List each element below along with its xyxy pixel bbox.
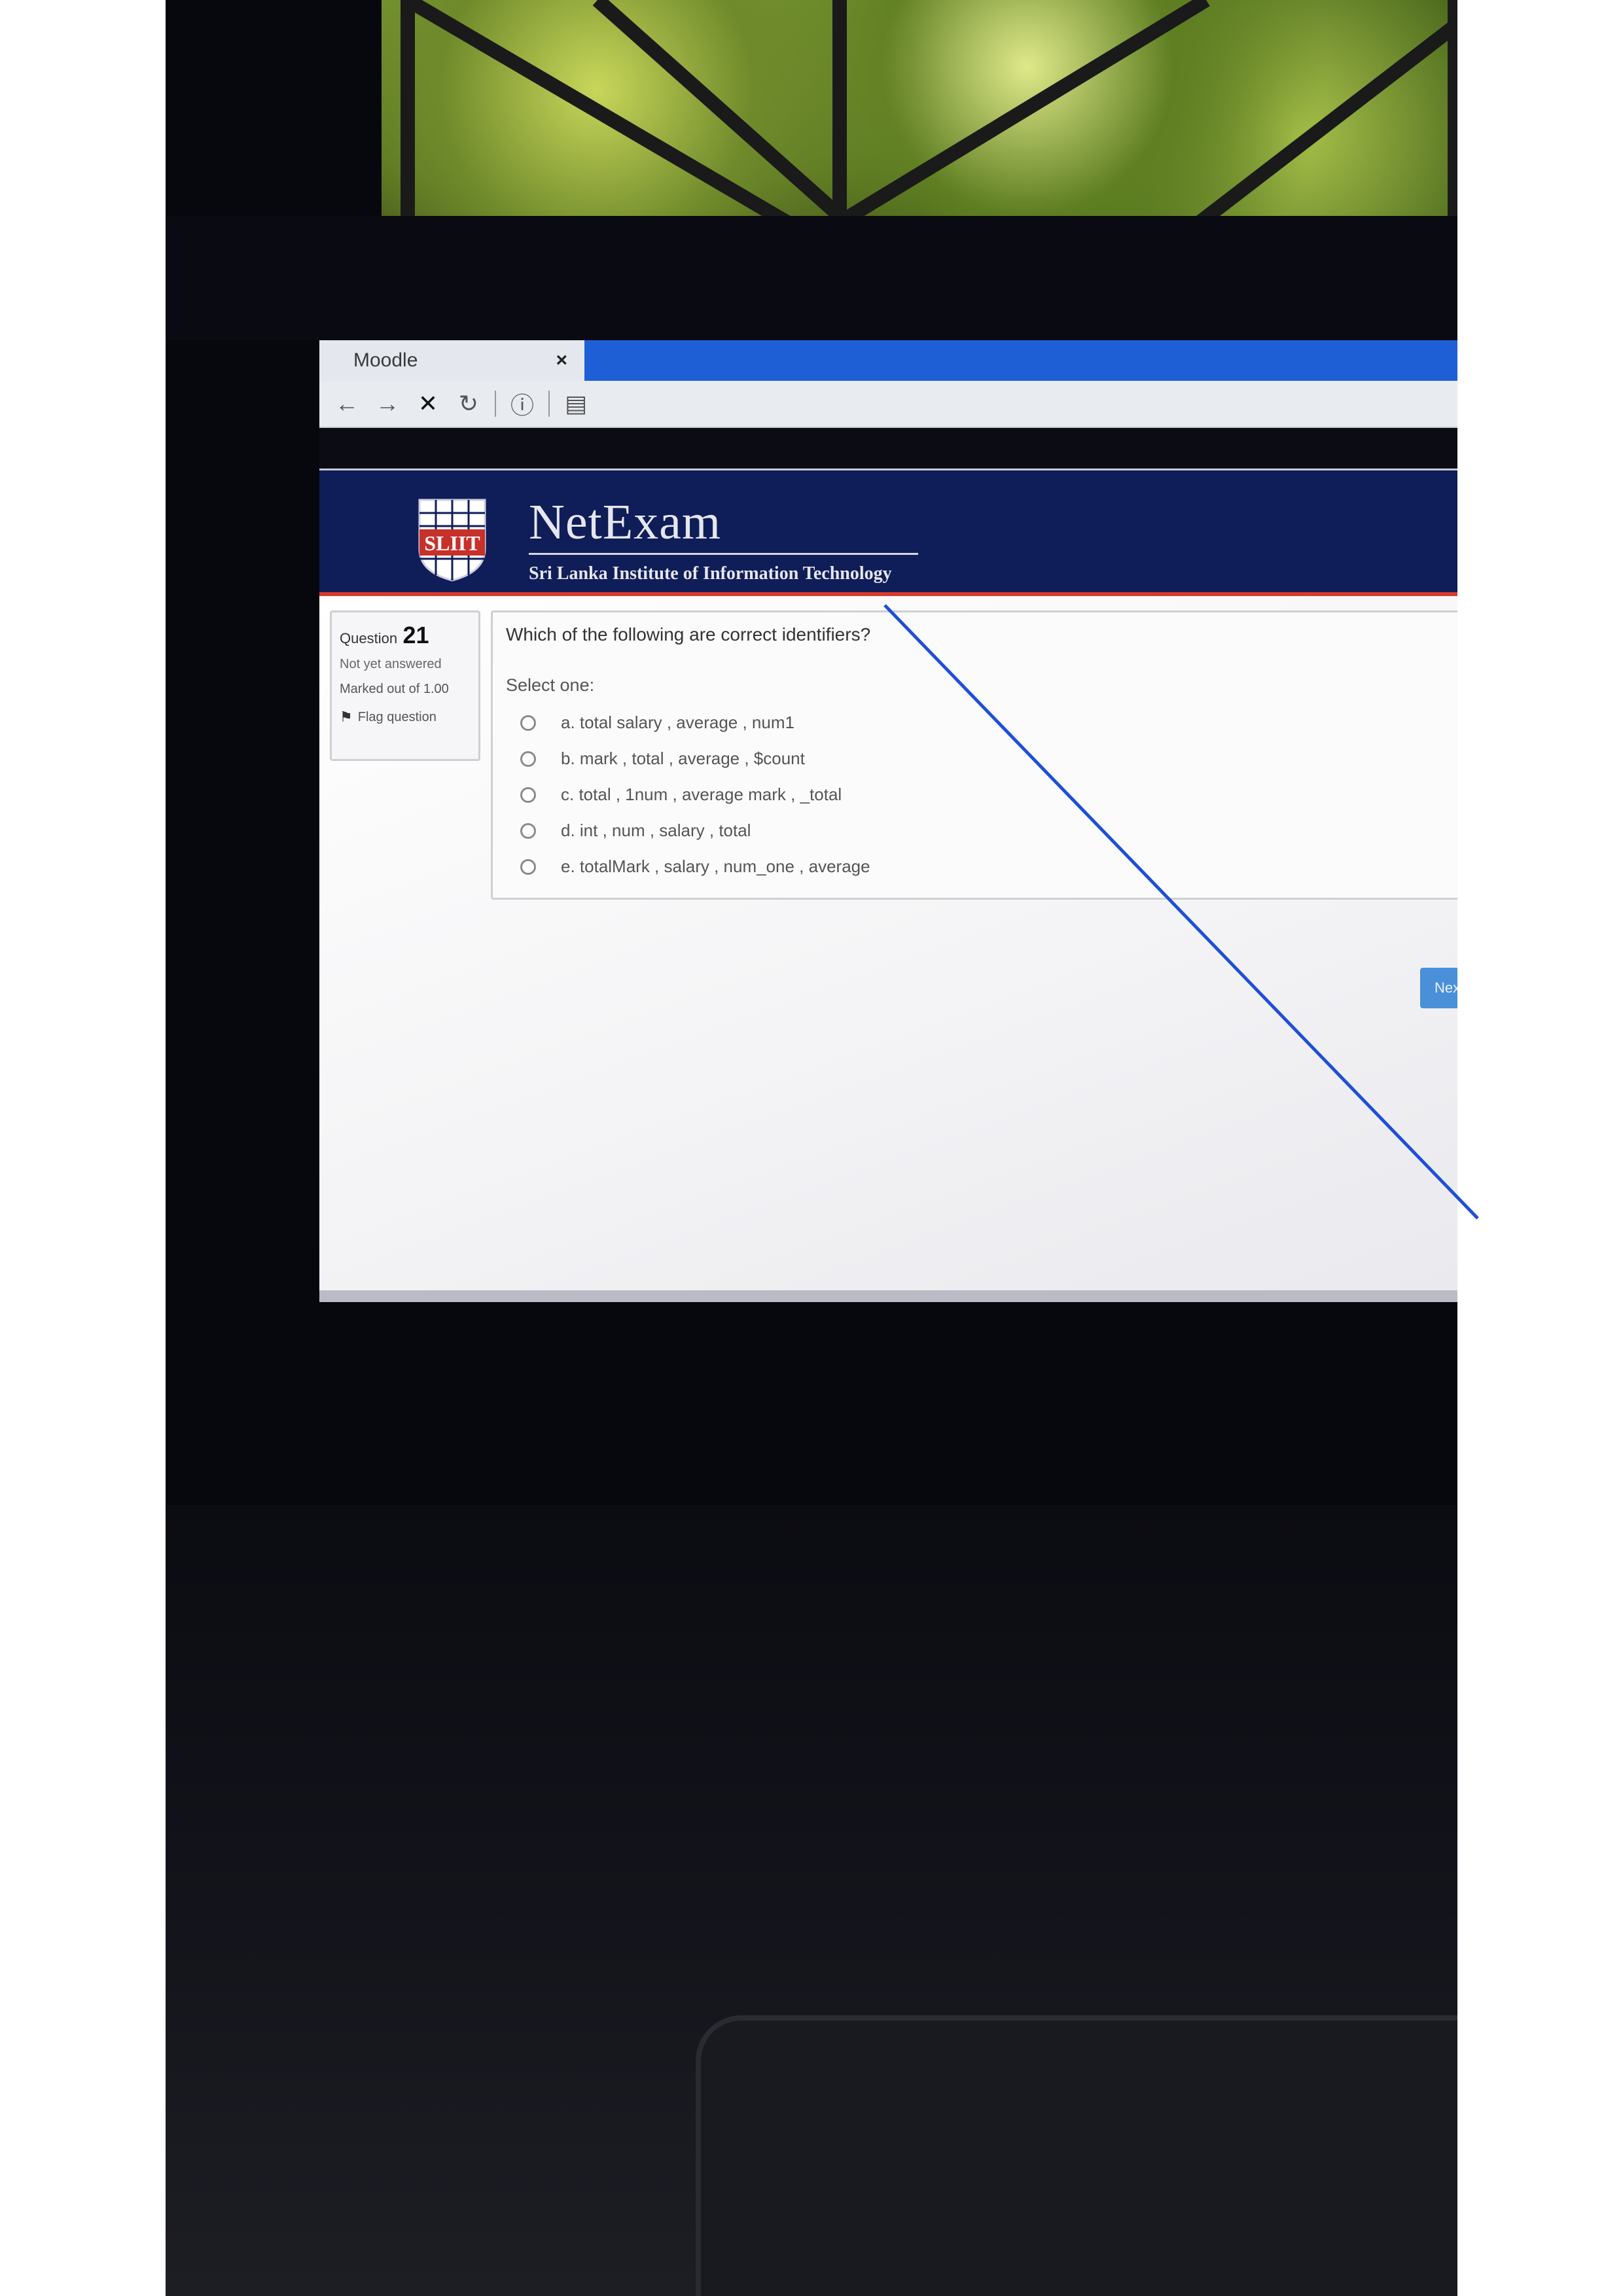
- question-text: Which of the following are correct ident…: [506, 624, 871, 645]
- answer-state: Not yet answered: [340, 657, 442, 671]
- forward-arrow-icon[interactable]: →: [373, 389, 402, 418]
- radio-button[interactable]: [520, 858, 536, 875]
- answer-label: c. total , 1num , average mark , _total: [561, 785, 842, 804]
- tab-title: Moodle: [353, 349, 418, 371]
- site-header: SLIIT NetExam Sri Lanka Institute of Inf…: [319, 468, 1457, 596]
- stop-icon[interactable]: ✕: [414, 389, 442, 418]
- radio-button[interactable]: [520, 786, 536, 803]
- toolbar-divider: [548, 391, 550, 417]
- answer-label: b. mark , total , average , $count: [561, 749, 805, 768]
- toolbar-divider: [495, 391, 496, 417]
- answer-option-c[interactable]: c. total , 1num , average mark , _total: [506, 777, 1444, 813]
- flag-icon: ⚑: [340, 709, 353, 725]
- question-number: 21: [402, 622, 429, 648]
- info-icon[interactable]: ⓘ: [508, 389, 537, 419]
- select-prompt: Select one:: [506, 675, 595, 695]
- answer-option-e[interactable]: e. totalMark , salary , num_one , averag…: [506, 849, 1444, 885]
- back-arrow-icon[interactable]: ←: [332, 389, 361, 418]
- question-info-panel: Question 21 Not yet answered Marked out …: [330, 610, 480, 761]
- answer-option-b[interactable]: b. mark , total , average , $count: [506, 741, 1444, 777]
- brand-name: NetExam: [529, 495, 722, 550]
- address-area: [319, 428, 1457, 468]
- screen-bottom-edge: [319, 1290, 1457, 1302]
- page-icon[interactable]: ▤: [562, 389, 590, 418]
- answer-option-a[interactable]: a. total salary , average , num1: [506, 705, 1444, 741]
- close-icon[interactable]: ×: [556, 349, 567, 372]
- flag-question-label: Flag question: [357, 709, 437, 724]
- flag-question-link[interactable]: ⚑ Flag question: [340, 709, 471, 726]
- question-number-row: Question 21: [340, 622, 471, 649]
- quiz-page: Question 21 Not yet answered Marked out …: [319, 596, 1457, 1302]
- question-label: Question: [340, 630, 398, 646]
- monitor-bezel: [166, 216, 1457, 340]
- browser-toolbar: ← → ✕ ↻ ⓘ ▤: [319, 381, 1457, 428]
- next-page-button[interactable]: Next: [1420, 968, 1457, 1008]
- answer-label: e. totalMark , salary , num_one , averag…: [561, 857, 870, 876]
- brand-divider: [529, 553, 918, 555]
- touchpad: [696, 2015, 1457, 2296]
- radio-button[interactable]: [520, 715, 536, 731]
- laptop-screen: Moodle × ← → ✕ ↻ ⓘ ▤ SLIIT NetExam Sri L…: [319, 340, 1457, 1302]
- question-box: Which of the following are correct ident…: [491, 610, 1457, 900]
- brand-subtitle: Sri Lanka Institute of Information Techn…: [529, 563, 892, 584]
- browser-tab[interactable]: Moodle ×: [319, 340, 584, 381]
- browser-tab-bar: Moodle ×: [319, 340, 1457, 381]
- radio-button[interactable]: [520, 751, 536, 767]
- answer-label: d. int , num , salary , total: [561, 821, 751, 840]
- marks-label: Marked out of 1.00: [340, 682, 449, 696]
- answer-label: a. total salary , average , num1: [561, 713, 794, 732]
- answer-list: a. total salary , average , num1 b. mark…: [506, 705, 1444, 885]
- answer-option-d[interactable]: d. int , num , salary , total: [506, 813, 1444, 849]
- reload-icon[interactable]: ↻: [454, 389, 483, 418]
- sliit-logo: SLIIT: [418, 499, 486, 582]
- radio-button[interactable]: [520, 822, 536, 839]
- svg-text:SLIIT: SLIIT: [424, 531, 480, 555]
- window-grille: [401, 0, 1457, 222]
